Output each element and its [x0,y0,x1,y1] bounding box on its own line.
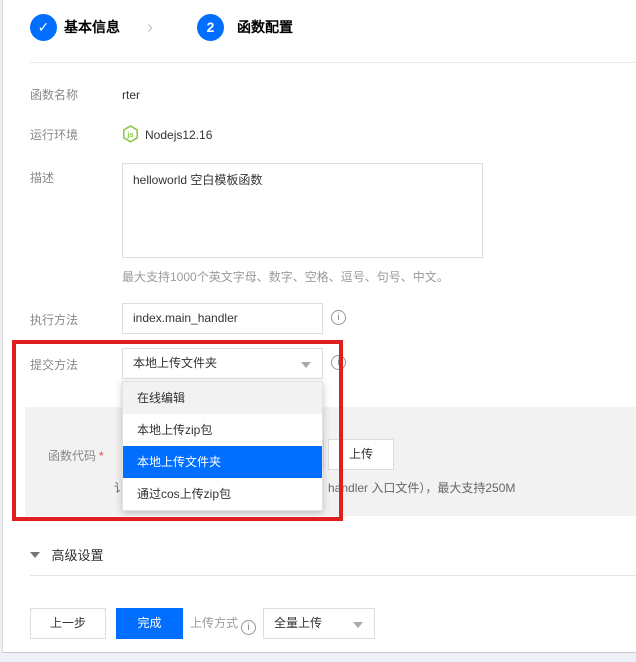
code-tip-fragment-right: handler 入口文件），最大支持250M [328,480,515,496]
step1-label[interactable]: 基本信息 [64,14,120,41]
submit-method-label: 提交方法 [30,357,78,373]
check-icon: ✓ [38,19,50,35]
step1-done-icon[interactable]: ✓ [30,14,57,41]
upload-button[interactable]: 上传 [328,439,394,470]
function-code-label: 函数代码* [48,448,104,464]
chevron-down-icon [353,622,363,628]
upload-mode-label: 上传方式i [190,615,256,635]
dropdown-option-online-edit[interactable]: 在线编辑 [123,382,322,414]
chevron-down-icon [301,362,311,368]
name-label: 函数名称 [30,87,78,103]
upload-mode-value: 全量上传 [274,616,322,630]
chevron-right-icon: › [147,14,153,41]
step2-label[interactable]: 函数配置 [237,14,293,41]
description-hint: 最大支持1000个英文字母、数字、空格、逗号、句号、中文。 [122,268,449,285]
dropdown-option-local-zip[interactable]: 本地上传zip包 [123,414,322,446]
finish-button[interactable]: 完成 [116,608,183,639]
advanced-settings-label: 高级设置 [51,548,103,563]
submit-method-select[interactable]: 本地上传文件夹 [122,348,323,379]
description-label: 描述 [30,170,54,186]
runtime-label: 运行环境 [30,127,78,143]
submit-method-dropdown: 在线编辑 本地上传zip包 本地上传文件夹 通过cos上传zip包 [122,381,323,511]
dropdown-option-cos-zip[interactable]: 通过cos上传zip包 [123,478,322,510]
runtime-value: Nodejs12.16 [145,127,212,143]
svg-text:js: js [126,130,133,139]
submit-method-value: 本地上传文件夹 [133,356,217,370]
step2-number-badge[interactable]: 2 [197,14,224,41]
required-asterisk: * [99,449,104,463]
upload-mode-select[interactable]: 全量上传 [263,608,375,639]
handler-info-icon[interactable]: i [331,310,346,325]
nodejs-icon: js [122,125,139,143]
handler-label: 执行方法 [30,312,78,328]
collapse-caret-icon [30,552,40,558]
dropdown-option-local-folder[interactable]: 本地上传文件夹 [123,446,322,478]
header-divider [30,62,636,63]
previous-step-button[interactable]: 上一步 [30,608,106,639]
handler-input[interactable]: index.main_handler [122,303,323,334]
description-textarea[interactable]: helloworld 空白模板函数 [122,163,483,258]
name-value: rter [122,87,140,103]
screen: ✓ 基本信息 › 2 函数配置 函数名称 rter 运行环境 js Nodejs… [0,0,636,662]
submit-method-info-icon[interactable]: i [331,355,346,370]
upload-mode-info-icon[interactable]: i [241,620,256,635]
footer-divider [30,575,636,576]
advanced-settings-toggle[interactable]: 高级设置 [30,545,103,565]
